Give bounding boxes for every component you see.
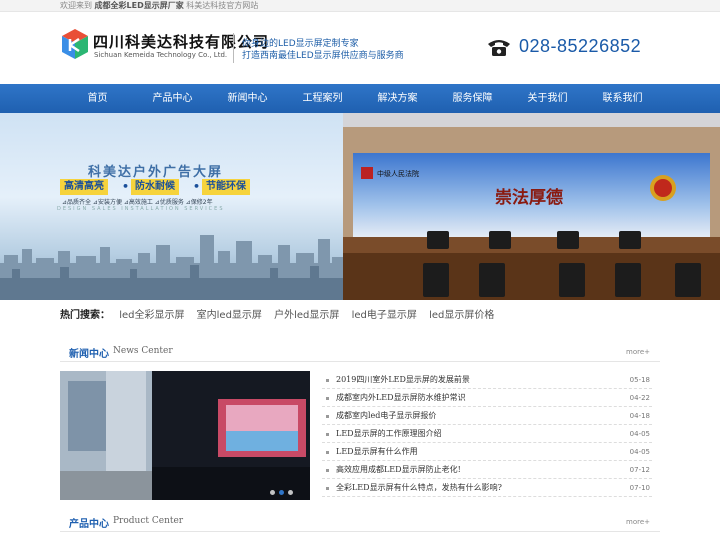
welcome-highlight[interactable]: 成都全彩LED显示屏厂家 <box>95 1 184 10</box>
hotline-number: 028-85226852 <box>519 36 642 56</box>
news-dot-2[interactable] <box>279 490 284 495</box>
banner-tag-3: 节能环保 <box>202 179 250 195</box>
slogan-line-2: 打造西南最佳LED显示屏供应商与服务商 <box>242 51 404 61</box>
hot-link-5[interactable]: led显示屏价格 <box>429 310 494 321</box>
news-item-title[interactable]: 2019四川室外LED显示屏的发展前景 <box>336 371 470 389</box>
phone-icon <box>488 40 510 56</box>
welcome-prefix: 欢迎来到 <box>60 1 92 10</box>
news-item-title[interactable]: 成都室内led电子显示屏报价 <box>336 407 436 425</box>
hot-link-4[interactable]: led电子显示屏 <box>352 310 417 321</box>
news-item-title[interactable]: LED显示屏的工作原理图介绍 <box>336 425 442 443</box>
hot-link-2[interactable]: 室内led显示屏 <box>197 310 262 321</box>
hot-search-label: 热门搜索： <box>60 310 110 321</box>
news-item-title[interactable]: 高效应用成都LED显示屏防止老化! <box>336 461 461 479</box>
banner-features: ⊿品质齐全 ⊿安装方便 ⊿高效施工 ⊿优质服务 ⊿保修2年 <box>62 199 213 206</box>
banner-tag-1: 高清高亮 <box>60 179 108 195</box>
news-item-date: 07-10 <box>629 484 650 492</box>
news-item-date: 05-18 <box>629 376 650 384</box>
news-title-en: News Center <box>113 346 173 356</box>
tag-separator-icon: • <box>122 180 130 193</box>
news-dot-3[interactable] <box>288 490 293 495</box>
product-more-link[interactable]: more+ <box>626 518 650 526</box>
news-item-date: 04-22 <box>629 394 650 402</box>
bullet-icon <box>326 397 329 400</box>
header-divider <box>233 33 234 63</box>
news-item-title[interactable]: 成都室内外LED显示屏防水维护常识 <box>336 389 466 407</box>
nav-news[interactable]: 新闻中心 <box>210 84 285 113</box>
plaque-text: 中级人民法院 <box>377 169 419 178</box>
news-item-title[interactable]: LED显示屏有什么作用 <box>336 443 418 461</box>
list-item[interactable]: 成都室内外LED显示屏防水维护常识 04-22 <box>322 389 652 407</box>
product-section-header: 产品中心 Product Center more+ <box>60 512 660 532</box>
list-item[interactable]: LED显示屏有什么作用 04-05 <box>322 443 652 461</box>
led-screen-photo <box>60 371 310 500</box>
news-dot-1[interactable] <box>270 490 275 495</box>
hot-link-3[interactable]: 户外led显示屏 <box>274 310 339 321</box>
news-item-title[interactable]: 全彩LED显示屏有什么特点，发热有什么影响? <box>336 479 502 497</box>
site-header: 四川科美达科技有限公司 Sichuan Kemeida Technology C… <box>0 12 720 84</box>
list-item[interactable]: LED显示屏的工作原理图介绍 04-05 <box>322 425 652 443</box>
banner-features-en: DESIGN SALES INSTALLATION SERVICES <box>57 206 225 212</box>
bullet-icon <box>326 451 329 454</box>
list-item[interactable]: 2019四川室外LED显示屏的发展前景 05-18 <box>322 371 652 389</box>
news-section-header: 新闻中心 News Center more+ <box>60 342 660 362</box>
bullet-icon <box>326 487 329 490</box>
news-item-date: 04-05 <box>629 430 650 438</box>
banner-title: 科美达户外广告大屏 <box>88 165 224 180</box>
news-item-date: 04-05 <box>629 448 650 456</box>
screen-motto: 崇法厚德 <box>495 187 563 208</box>
list-item[interactable]: 高效应用成都LED显示屏防止老化! 07-12 <box>322 461 652 479</box>
nav-about[interactable]: 关于我们 <box>510 84 585 113</box>
company-name-en: Sichuan Kemeida Technology Co., Ltd. <box>94 51 228 59</box>
nav-solutions[interactable]: 解决方案 <box>360 84 435 113</box>
welcome-suffix: 科美达科技官方网站 <box>186 1 259 10</box>
bullet-icon <box>326 415 329 418</box>
bullet-icon <box>326 379 329 382</box>
top-welcome-bar: 欢迎来到 成都全彩LED显示屏厂家 科美达科技官方网站 <box>0 0 720 12</box>
news-image-slider[interactable] <box>60 371 310 500</box>
product-title-en: Product Center <box>113 516 184 526</box>
news-title-cn[interactable]: 新闻中心 <box>69 345 109 360</box>
hot-link-1[interactable]: led全彩显示屏 <box>119 310 184 321</box>
main-nav: 首页 产品中心 新闻中心 工程案列 解决方案 服务保障 关于我们 联系我们 <box>0 84 720 113</box>
news-item-date: 07-12 <box>629 466 650 474</box>
banner-tag-2: 防水耐候 <box>131 179 179 195</box>
bullet-icon <box>326 469 329 472</box>
hot-search-bar: 热门搜索： led全彩显示屏 室内led显示屏 户外led显示屏 led电子显示… <box>60 303 660 328</box>
nav-home[interactable]: 首页 <box>60 84 135 113</box>
nav-service[interactable]: 服务保障 <box>435 84 510 113</box>
product-title-cn[interactable]: 产品中心 <box>69 515 109 530</box>
nav-contact[interactable]: 联系我们 <box>585 84 660 113</box>
hero-banner[interactable]: 科美达户外广告大屏 高清高亮 • 防水耐候 • 节能环保 ⊿品质齐全 ⊿安装方便… <box>0 113 720 300</box>
tag-separator-icon: • <box>193 180 201 193</box>
nav-products[interactable]: 产品中心 <box>135 84 210 113</box>
company-logo-icon[interactable] <box>62 29 88 59</box>
banner-slide-outdoor: 科美达户外广告大屏 高清高亮 • 防水耐候 • 节能环保 ⊿品质齐全 ⊿安装方便… <box>0 113 343 300</box>
list-item[interactable]: 成都室内led电子显示屏报价 04-18 <box>322 407 652 425</box>
courtroom-screen-image: 中级人民法院 崇法厚德 <box>343 113 720 300</box>
nav-cases[interactable]: 工程案列 <box>285 84 360 113</box>
banner-slide-courtroom: 中级人民法院 崇法厚德 <box>343 113 720 300</box>
news-more-link[interactable]: more+ <box>626 348 650 356</box>
news-slider-dots <box>270 490 293 495</box>
news-item-date: 04-18 <box>629 412 650 420</box>
list-item[interactable]: 全彩LED显示屏有什么特点，发热有什么影响? 07-10 <box>322 479 652 497</box>
news-list: 2019四川室外LED显示屏的发展前景 05-18 成都室内外LED显示屏防水维护… <box>322 371 652 497</box>
bullet-icon <box>326 433 329 436</box>
